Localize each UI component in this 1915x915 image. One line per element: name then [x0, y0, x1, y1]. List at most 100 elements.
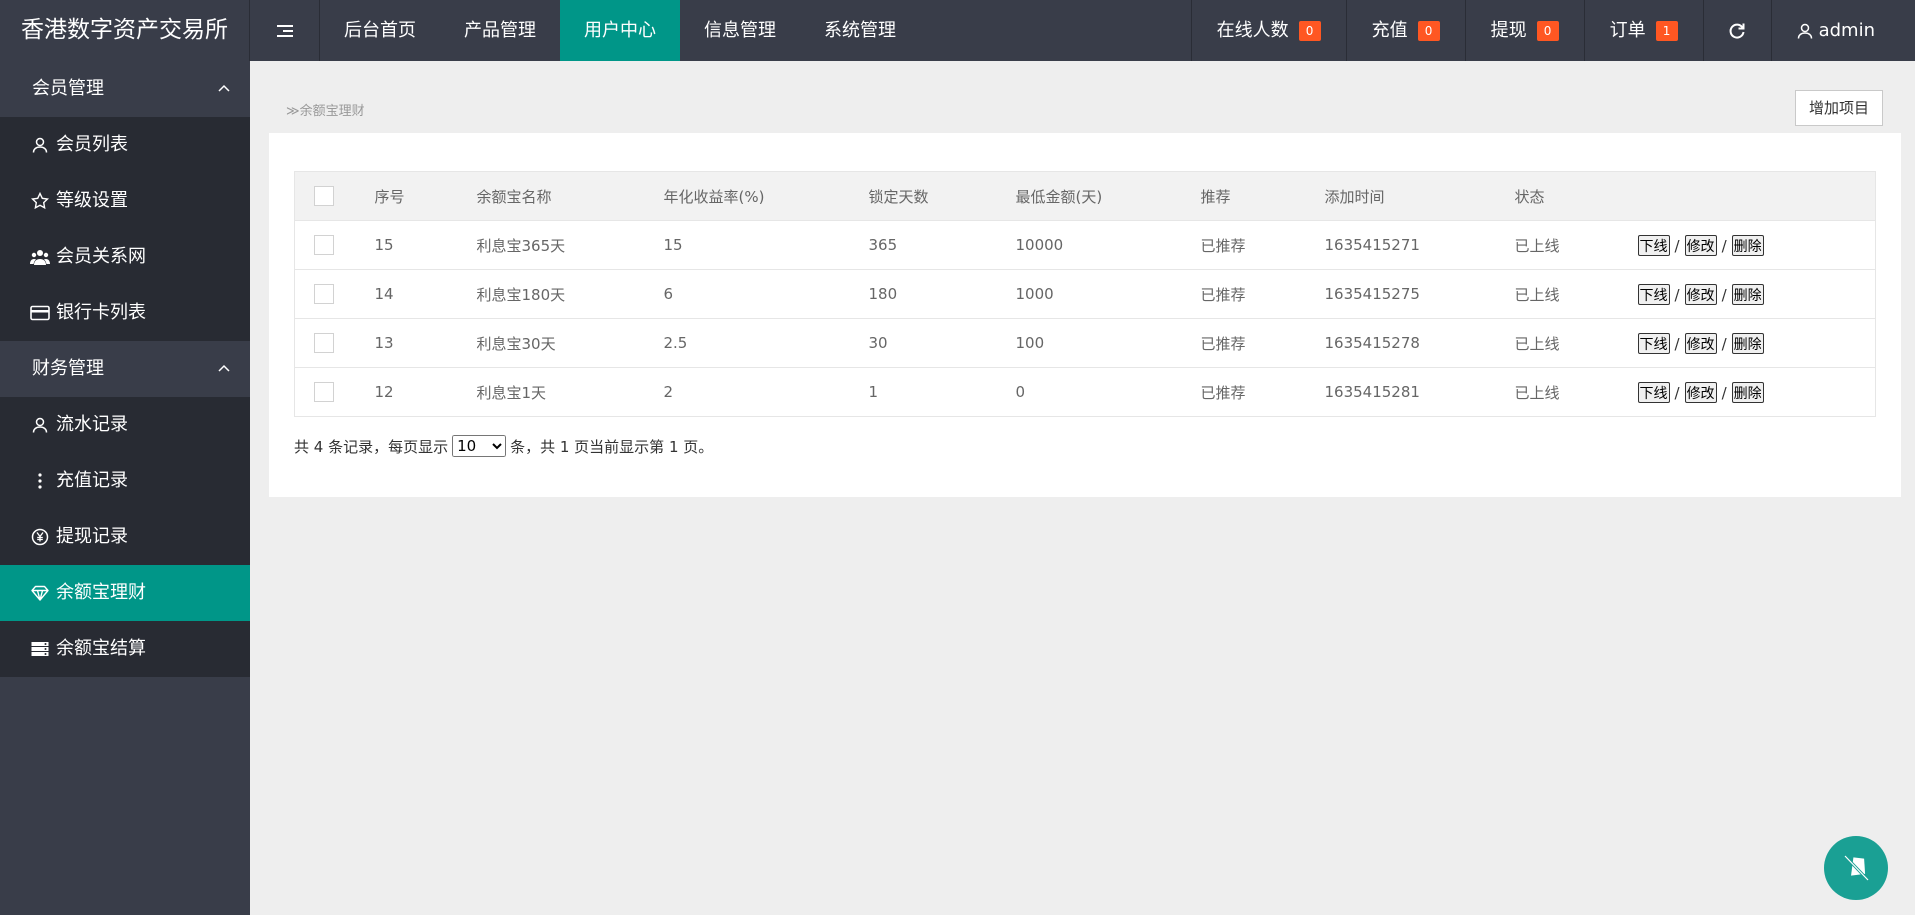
delete-button[interactable]: 删除 [1731, 283, 1764, 305]
sidebar-item-label: 充值记录 [56, 470, 128, 491]
notification-off-icon[interactable] [1824, 836, 1888, 900]
col-ops [1637, 171, 1876, 221]
table-row: 14 利息宝180天 6 180 1000 已推荐 1635415275 已上线… [294, 269, 1876, 319]
separator: / [1674, 285, 1680, 304]
recharge-badge: 0 [1417, 20, 1440, 41]
table-row: 13 利息宝30天 2.5 30 100 已推荐 1635415278 已上线 … [294, 318, 1876, 368]
row-checkbox[interactable] [314, 235, 334, 255]
cell-name: 利息宝180天 [476, 269, 664, 319]
credit-card-icon [30, 303, 50, 323]
col-rate: 年化收益率(%) [663, 171, 869, 221]
edit-button[interactable]: 修改 [1684, 234, 1717, 256]
online-label: 在线人数 [1216, 20, 1289, 41]
edit-button[interactable]: 修改 [1684, 332, 1717, 354]
menu-toggle-icon[interactable] [250, 0, 320, 61]
sidebar-item-settle[interactable]: 余额宝结算 [0, 621, 250, 677]
nav-user-center[interactable]: 用户中心 [560, 0, 680, 61]
chevron-up-icon [218, 364, 230, 372]
product-table: 序号 余额宝名称 年化收益率(%) 锁定天数 最低金额(天) 推荐 添加时间 状… [294, 171, 1876, 417]
separator: / [1721, 285, 1727, 304]
cell-time: 1635415281 [1324, 367, 1515, 417]
nav-products[interactable]: 产品管理 [440, 0, 560, 61]
sidebar-item-label: 余额宝理财 [56, 582, 146, 603]
sidebar-item-label: 银行卡列表 [56, 302, 146, 323]
nav-system[interactable]: 系统管理 [800, 0, 920, 61]
pagination: 共 4 条记录，每页显示 10 条，共 1 页当前显示第 1 页。 [294, 435, 713, 457]
separator: / [1721, 236, 1727, 255]
offline-button[interactable]: 下线 [1637, 332, 1670, 354]
row-checkbox[interactable] [314, 333, 334, 353]
table-header-row: 序号 余额宝名称 年化收益率(%) 锁定天数 最低金额(天) 推荐 添加时间 状… [294, 171, 1876, 221]
edit-button[interactable]: 修改 [1684, 283, 1717, 305]
cell-status: 已上线 [1514, 367, 1638, 417]
page-size-select[interactable]: 10 [452, 435, 507, 457]
breadcrumb-current: 余额宝理财 [299, 104, 365, 119]
offline-button[interactable]: 下线 [1637, 283, 1670, 305]
col-name: 余额宝名称 [476, 171, 664, 221]
sidebar-item-relation[interactable]: 会员关系网 [0, 229, 250, 285]
select-all-checkbox[interactable] [314, 186, 334, 206]
site-logo: 香港数字资产交易所 [0, 0, 250, 61]
cell-rate: 6 [663, 269, 869, 319]
cell-id: 13 [374, 318, 477, 368]
cell-id: 12 [374, 367, 477, 417]
sidebar-group-finance[interactable]: 财务管理 [0, 341, 250, 397]
sidebar-item-level[interactable]: 等级设置 [0, 173, 250, 229]
more-vertical-icon [30, 471, 50, 491]
double-chevron-icon: ≫ [286, 104, 300, 119]
sidebar-item-yuebao[interactable]: 余额宝理财 [0, 565, 250, 621]
server-icon [30, 639, 50, 659]
nav-info[interactable]: 信息管理 [680, 0, 800, 61]
cell-days: 180 [868, 269, 1016, 319]
row-checkbox[interactable] [314, 382, 334, 402]
sidebar-item-recharge[interactable]: 充值记录 [0, 453, 250, 509]
top-header: 香港数字资产交易所 后台首页 产品管理 用户中心 信息管理 系统管理 在线人数 … [0, 0, 1915, 61]
cell-min: 0 [1015, 367, 1201, 417]
sidebar-item-label: 提现记录 [56, 526, 128, 547]
cell-name: 利息宝365天 [476, 220, 664, 270]
edit-button[interactable]: 修改 [1684, 381, 1717, 403]
sidebar-item-flow[interactable]: 流水记录 [0, 397, 250, 453]
cell-time: 1635415271 [1324, 220, 1515, 270]
sidebar-item-label: 流水记录 [56, 414, 128, 435]
online-users[interactable]: 在线人数 0 [1190, 0, 1346, 61]
withdraw-label: 提现 [1490, 20, 1527, 41]
delete-button[interactable]: 删除 [1731, 381, 1764, 403]
withdraw-notice[interactable]: 提现 0 [1464, 0, 1584, 61]
order-notice[interactable]: 订单 1 [1583, 0, 1703, 61]
cell-status: 已上线 [1514, 318, 1638, 368]
cell-name: 利息宝30天 [476, 318, 664, 368]
breadcrumb: ≫余额宝理财 [286, 100, 365, 119]
refresh-icon[interactable] [1702, 0, 1771, 61]
add-project-button[interactable]: 增加项目 [1795, 90, 1883, 126]
delete-button[interactable]: 删除 [1731, 332, 1764, 354]
users-icon [30, 247, 50, 267]
col-recommend: 推荐 [1200, 171, 1325, 221]
cell-ops: 下线 / 修改 / 删除 [1637, 269, 1876, 319]
offline-button[interactable]: 下线 [1637, 234, 1670, 256]
row-checkbox[interactable] [314, 284, 334, 304]
sidebar-group-members[interactable]: 会员管理 [0, 61, 250, 117]
cell-days: 1 [868, 367, 1016, 417]
sidebar-item-withdraw[interactable]: 提现记录 [0, 509, 250, 565]
offline-button[interactable]: 下线 [1637, 381, 1670, 403]
cell-ops: 下线 / 修改 / 删除 [1637, 220, 1876, 270]
cell-min: 100 [1015, 318, 1201, 368]
cell-days: 30 [868, 318, 1016, 368]
delete-button[interactable]: 删除 [1731, 234, 1764, 256]
cell-name: 利息宝1天 [476, 367, 664, 417]
sidebar-item-member-list[interactable]: 会员列表 [0, 117, 250, 173]
table-row: 15 利息宝365天 15 365 10000 已推荐 1635415271 已… [294, 220, 1876, 270]
sidebar: 会员管理 会员列表 等级设置 会员关系网 银行卡列表 财务管理 流水记录 充值记… [0, 61, 250, 915]
cell-rate: 2.5 [663, 318, 869, 368]
group-label: 会员管理 [32, 78, 104, 99]
sidebar-item-label: 等级设置 [56, 190, 128, 211]
nav-home[interactable]: 后台首页 [320, 0, 440, 61]
user-menu[interactable]: admin [1770, 0, 1915, 61]
chevron-up-icon [218, 84, 230, 92]
cell-rate: 2 [663, 367, 869, 417]
cell-days: 365 [868, 220, 1016, 270]
sidebar-item-bankcard[interactable]: 银行卡列表 [0, 285, 250, 341]
withdraw-badge: 0 [1536, 20, 1559, 41]
recharge-notice[interactable]: 充值 0 [1345, 0, 1465, 61]
